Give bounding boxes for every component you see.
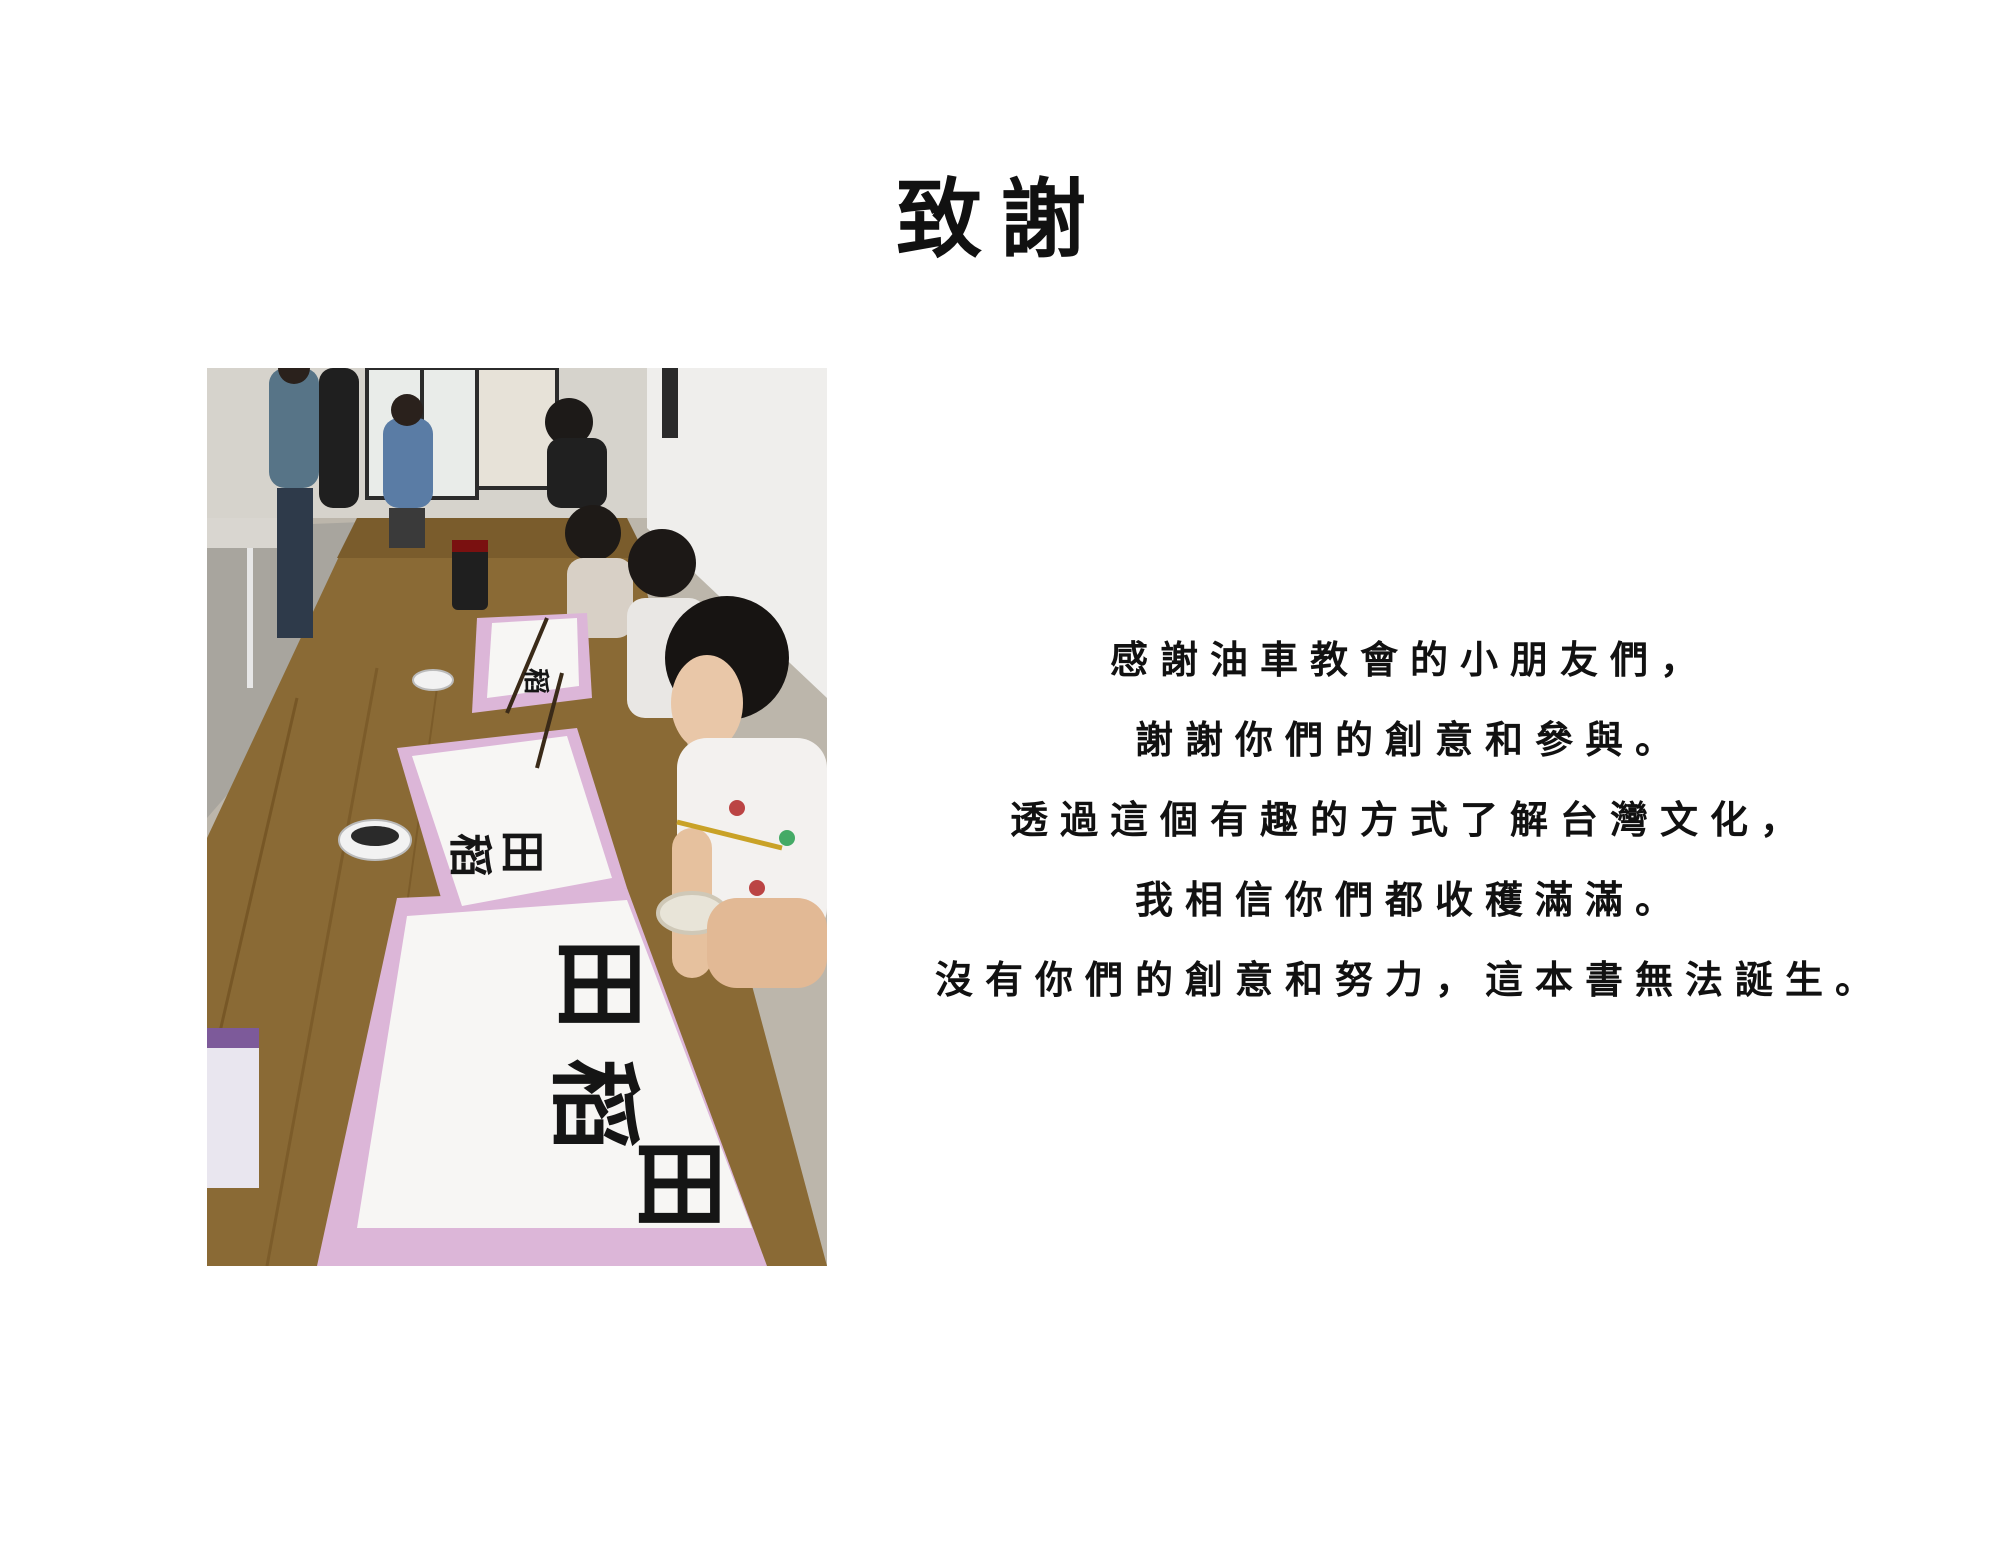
message-line: 我相信你們都收穫滿滿。 <box>1134 877 1685 922</box>
thank-you-message: 感謝油車教會的小朋友們， 謝謝你們的創意和參與。 透過這個有趣的方式了解台灣文化… <box>860 620 1960 1020</box>
calligraphy-char: 稻 <box>540 1058 648 1150</box>
message-line: 沒有你們的創意和努力，這本書無法誕生。 <box>934 957 1885 1002</box>
calligraphy-class-photo: 稻 田 稻 田 稻 田 <box>207 368 827 1266</box>
message-line: 透過這個有趣的方式了解台灣文化， <box>1009 797 1810 842</box>
calligraphy-char: 稻 <box>444 833 495 877</box>
calligraphy-char: 稻 <box>520 668 550 694</box>
message-line: 謝謝你們的創意和參與。 <box>1134 717 1685 762</box>
message-line: 感謝油車教會的小朋友們， <box>1109 637 1710 682</box>
calligraphy-char: 田 <box>545 938 653 1030</box>
page-title: 致謝 <box>896 169 1104 270</box>
calligraphy-char: 田 <box>496 830 547 874</box>
calligraphy-char: 田 <box>625 1138 733 1230</box>
